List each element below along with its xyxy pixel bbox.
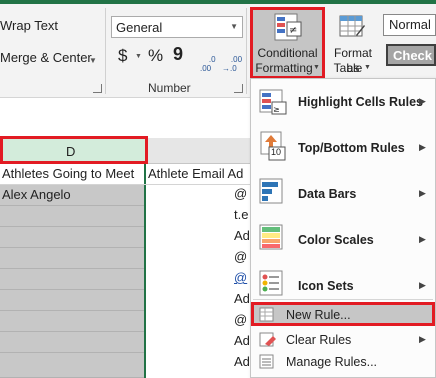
format-as-table-dropdown-icon: ▼ xyxy=(364,64,371,71)
menu-item-label: New Rule... xyxy=(286,308,351,322)
cell-d10[interactable] xyxy=(0,353,144,378)
format-as-table-label-line2: Table xyxy=(333,61,363,75)
highlight-cells-icon: ≥ xyxy=(259,89,287,115)
cell-d1[interactable]: Athletes Going to Meet xyxy=(2,166,144,181)
icon-sets-icon xyxy=(259,270,283,296)
cell-d3[interactable] xyxy=(0,206,144,227)
menu-item-label: Clear Rules xyxy=(286,333,352,347)
decrease-decimal-button[interactable]: .00 →.0 xyxy=(222,46,242,82)
currency-dropdown-icon[interactable]: ▼ xyxy=(135,53,142,60)
top-bottom-icon-number: 10 xyxy=(271,147,282,157)
merge-center-button[interactable]: Merge & Center xyxy=(0,50,92,65)
decrease-decimal-icon: .00 →.0 xyxy=(222,55,243,73)
menu-item-top-bottom-rules[interactable]: 10 Top/Bottom Rules ▶ xyxy=(251,127,435,167)
wrap-text-button[interactable]: Wrap Text xyxy=(0,18,58,33)
svg-text:≥: ≥ xyxy=(273,105,280,114)
cell-e5[interactable]: @ xyxy=(234,249,247,264)
percent-style-button[interactable]: % xyxy=(148,46,163,66)
column-d-selection-border xyxy=(144,164,146,378)
menu-item-label: Highlight Cells Rules xyxy=(298,95,424,109)
number-format-dropdown-icon: ▼ xyxy=(230,22,238,31)
menu-separator xyxy=(253,299,433,300)
submenu-arrow-icon: ▶ xyxy=(419,234,426,244)
cell-d2[interactable]: Alex Angelo xyxy=(0,185,144,206)
submenu-arrow-icon: ▶ xyxy=(419,188,426,198)
menu-item-label: Top/Bottom Rules xyxy=(298,141,405,155)
increase-decimal-icon: .0 .00 xyxy=(200,55,216,73)
menu-item-label: Color Scales xyxy=(298,233,374,247)
manage-rules-icon xyxy=(259,354,274,369)
number-format-select[interactable]: General ▼ xyxy=(111,16,243,38)
conditional-formatting-button[interactable]: ≠ Conditional Formatting ▼ xyxy=(250,7,325,79)
percent-icon: % xyxy=(148,46,164,65)
cell-style-check-cell-label: Check C xyxy=(393,48,434,63)
comma-style-button[interactable]: 9 xyxy=(173,44,183,65)
cell-e8[interactable]: @ xyxy=(234,312,247,327)
cell-e3[interactable]: t.e xyxy=(234,207,248,222)
menu-item-clear-rules[interactable]: Clear Rules ▶ xyxy=(251,329,435,351)
currency-icon: $ xyxy=(118,46,128,65)
submenu-arrow-icon: ▶ xyxy=(419,142,426,152)
cell-e4[interactable]: Ad xyxy=(234,228,250,243)
number-group-label: Number xyxy=(148,81,191,95)
cell-d7[interactable] xyxy=(0,290,144,311)
cell-style-normal-label: Normal xyxy=(389,17,431,32)
cell-e9[interactable]: Ad xyxy=(234,333,250,348)
currency-format-button[interactable]: $ xyxy=(118,46,127,66)
cell-d4[interactable] xyxy=(0,227,144,248)
menu-item-label: Manage Rules... xyxy=(286,355,378,369)
cell-d5[interactable] xyxy=(0,248,144,269)
submenu-arrow-icon: ▶ xyxy=(419,334,426,344)
submenu-arrow-icon: ▶ xyxy=(419,280,426,290)
group-separator xyxy=(246,8,247,94)
alignment-dialog-launcher-icon[interactable] xyxy=(93,84,102,93)
cell-e6[interactable]: @ xyxy=(234,270,247,285)
menu-item-color-scales[interactable]: Color Scales ▶ xyxy=(251,219,435,259)
column-header-d-label: D xyxy=(66,144,76,159)
new-rule-icon xyxy=(259,307,274,322)
wrap-text-label: Wrap Text xyxy=(0,18,59,33)
cell-d8[interactable] xyxy=(0,311,144,332)
cell-d2-text: Alex Angelo xyxy=(2,187,71,202)
format-as-table-button[interactable]: Format as Table ▼ xyxy=(327,9,379,79)
increase-decimal-button[interactable]: .0 .00 xyxy=(200,46,216,82)
merge-center-dropdown-icon[interactable]: ▼ xyxy=(89,56,97,65)
menu-item-label: Icon Sets xyxy=(298,279,354,293)
ribbon-top-accent xyxy=(0,0,436,4)
menu-item-highlight-cells-rules[interactable]: ≥ Highlight Cells Rules ▶ xyxy=(251,83,435,121)
cell-d6[interactable] xyxy=(0,269,144,290)
comma-icon: 9 xyxy=(173,44,184,64)
column-header-d[interactable]: D xyxy=(0,136,148,164)
number-dialog-launcher-icon[interactable] xyxy=(234,84,243,93)
merge-center-label: Merge & Center xyxy=(0,50,92,65)
conditional-formatting-label-line1: Conditional xyxy=(257,46,318,60)
cell-e7[interactable]: Ad xyxy=(234,291,250,306)
clear-rules-icon xyxy=(259,332,276,347)
data-bars-icon xyxy=(259,178,283,204)
color-scales-icon xyxy=(259,224,283,250)
group-separator xyxy=(105,8,106,94)
conditional-formatting-icon: ≠ xyxy=(274,13,302,41)
menu-item-new-rule[interactable]: New Rule... xyxy=(251,302,435,326)
svg-text:≠: ≠ xyxy=(289,25,297,36)
number-format-value: General xyxy=(116,20,163,35)
format-as-table-icon xyxy=(339,15,365,37)
menu-item-manage-rules[interactable]: Manage Rules... xyxy=(251,351,435,373)
submenu-arrow-icon: ▶ xyxy=(419,96,426,106)
menu-item-label: Data Bars xyxy=(298,187,357,201)
conditional-formatting-menu: ≥ Highlight Cells Rules ▶ 10 Top/Bottom … xyxy=(250,78,436,378)
cell-e2[interactable]: @ xyxy=(234,186,247,201)
conditional-formatting-dropdown-icon: ▼ xyxy=(313,64,320,71)
cell-d9[interactable] xyxy=(0,332,144,353)
cell-e1[interactable]: Athlete Email Ad xyxy=(148,166,250,181)
cell-style-check-cell[interactable]: Check C xyxy=(386,44,436,66)
cell-style-normal[interactable]: Normal xyxy=(383,14,436,36)
menu-item-data-bars[interactable]: Data Bars ▶ xyxy=(251,173,435,213)
conditional-formatting-label-line2: Formatting xyxy=(255,61,313,75)
